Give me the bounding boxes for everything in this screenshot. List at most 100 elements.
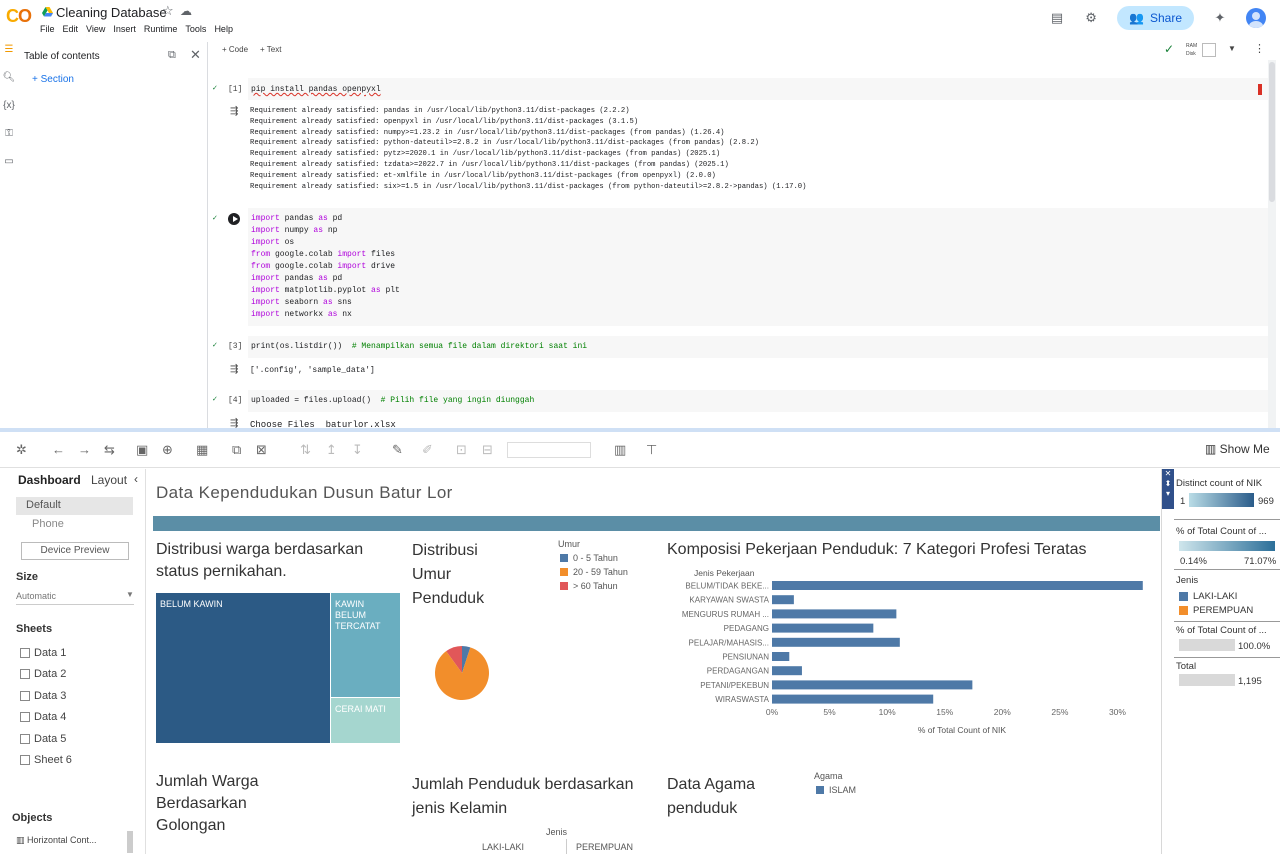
star-icon[interactable]: ☆ xyxy=(162,3,174,19)
legend-item-60-plus[interactable]: > 60 Tahun xyxy=(560,581,618,591)
code-cell-3[interactable]: ✓ [3] print(os.listdir()) # Menampilkan … xyxy=(208,336,1268,380)
new-datasource-icon[interactable]: ⊕ xyxy=(162,442,173,458)
bar[interactable] xyxy=(772,623,874,633)
device-default[interactable]: Default xyxy=(16,497,133,515)
sort-desc-icon[interactable]: ↧ xyxy=(352,442,363,458)
sheet-item-data-5[interactable]: Data 5 xyxy=(20,733,66,745)
window-icon[interactable]: ⧉ xyxy=(168,49,176,62)
sheet-item-data-2[interactable]: Data 2 xyxy=(20,668,66,680)
fit-dropdown[interactable] xyxy=(507,442,591,458)
ram-disk-label[interactable]: RAM Disk xyxy=(1186,42,1197,58)
marital-treemap[interactable]: BELUM KAWIN KAWIN BELUM TERCATAT CERAI M… xyxy=(156,593,400,743)
bar[interactable] xyxy=(772,652,790,661)
show-cards-icon[interactable]: ▥ xyxy=(614,442,626,458)
bar[interactable] xyxy=(772,666,802,676)
avatar[interactable] xyxy=(1246,8,1266,28)
treemap-cell-cerai-mati[interactable]: CERAI MATI xyxy=(331,698,400,743)
scrollbar-thumb[interactable] xyxy=(1269,62,1275,202)
code-editor[interactable]: pip install pandas openpyxl xyxy=(248,78,1268,100)
sheet-item-data-4[interactable]: Data 4 xyxy=(20,711,66,723)
menu-help[interactable]: Help xyxy=(214,24,233,34)
share-button[interactable]: 👥 Share xyxy=(1117,6,1194,30)
legend-item-islam[interactable]: ISLAM xyxy=(816,785,856,795)
pin-icon[interactable]: ⬍ xyxy=(1162,479,1174,489)
menu-insert[interactable]: Insert xyxy=(113,24,136,34)
code-editor[interactable]: import pandas as pd import numpy as np i… xyxy=(248,208,1268,326)
object-horizontal-container[interactable]: ▥ Horizontal Cont... xyxy=(16,835,97,846)
save-icon[interactable]: ▣ xyxy=(136,442,148,458)
key-icon[interactable]: ⚿ xyxy=(2,128,16,142)
menu-view[interactable]: View xyxy=(86,24,105,34)
chevron-down-icon[interactable]: ▾ xyxy=(1162,489,1174,499)
menu-tools[interactable]: Tools xyxy=(185,24,206,34)
age-pie-chart[interactable] xyxy=(434,645,490,701)
close-icon[interactable]: ✕ xyxy=(1162,469,1174,479)
search-icon[interactable]: 🔍︎ xyxy=(2,72,16,86)
output-icon[interactable]: ⇶ xyxy=(230,418,238,428)
swap-icon[interactable]: ⇅ xyxy=(300,442,311,458)
total-swatch[interactable] xyxy=(1179,674,1235,686)
output-icon[interactable]: ⇶ xyxy=(230,106,238,117)
folder-icon[interactable]: ▭ xyxy=(2,156,16,170)
new-sheet-icon[interactable]: ▦ xyxy=(196,442,208,458)
more-icon[interactable]: ⋮ xyxy=(1254,42,1265,55)
labels-icon[interactable]: ⊡ xyxy=(456,442,467,458)
replace-data-icon[interactable]: ⇆ xyxy=(104,442,115,458)
scrollbar-thumb[interactable] xyxy=(127,831,133,853)
menu-edit[interactable]: Edit xyxy=(63,24,79,34)
bar[interactable] xyxy=(772,680,973,690)
sort-asc-icon[interactable]: ↥ xyxy=(326,442,337,458)
clear-icon[interactable]: ⊠ xyxy=(256,442,267,458)
chevron-down-icon[interactable]: ▼ xyxy=(126,590,134,599)
presentation-icon[interactable]: ⊤ xyxy=(646,442,657,458)
bar[interactable] xyxy=(772,694,934,704)
treemap-cell-kawin-belum-tercatat[interactable]: KAWIN BELUM TERCATAT xyxy=(331,593,400,697)
legend-item-0-5[interactable]: 0 - 5 Tahun xyxy=(560,553,618,563)
resource-meter[interactable] xyxy=(1202,43,1216,57)
add-section-button[interactable]: + Section xyxy=(32,74,74,85)
device-preview-button[interactable]: Device Preview xyxy=(21,542,129,560)
legend-item-laki-laki[interactable]: LAKI-LAKI xyxy=(1179,591,1237,602)
add-text-button[interactable]: + Text xyxy=(260,45,281,54)
legend-item-20-59[interactable]: 20 - 59 Tahun xyxy=(560,567,628,577)
notebook-title[interactable]: Cleaning Database xyxy=(56,5,167,20)
toc-icon[interactable]: ☰ xyxy=(2,44,16,58)
sheet-item-data-1[interactable]: Data 1 xyxy=(20,647,66,659)
code-cell-4[interactable]: ✓ [4] uploaded = files.upload() # Pilih … xyxy=(208,390,1268,428)
bar[interactable] xyxy=(772,609,897,619)
tab-layout[interactable]: Layout xyxy=(91,473,127,487)
code-cell-2[interactable]: ✓ import pandas as pd import numpy as np… xyxy=(208,206,1268,328)
sheet-item-data-3[interactable]: Data 3 xyxy=(20,690,66,702)
tableau-logo-icon[interactable]: ✲ xyxy=(16,442,27,458)
run-cell-button[interactable] xyxy=(228,213,240,225)
tab-dashboard[interactable]: Dashboard xyxy=(18,473,81,487)
bar[interactable] xyxy=(772,637,900,647)
treemap-cell-belum-kawin[interactable]: BELUM KAWIN xyxy=(156,593,330,743)
redo-icon[interactable]: → xyxy=(78,442,91,457)
variables-icon[interactable]: {x} xyxy=(2,100,16,114)
chevron-down-icon[interactable]: ▼ xyxy=(1228,44,1236,53)
nik-color-ramp[interactable] xyxy=(1189,493,1254,507)
menu-file[interactable]: File xyxy=(40,24,55,34)
output-icon[interactable]: ⇶ xyxy=(230,364,238,375)
legend-item-perempuan[interactable]: PEREMPUAN xyxy=(1179,605,1253,616)
cloud-icon[interactable]: ☁ xyxy=(180,4,192,18)
bar[interactable] xyxy=(772,581,1143,590)
panel-controls[interactable]: ✕ ⬍ ▾ xyxy=(1162,469,1174,509)
show-me-button[interactable]: ▥ Show Me xyxy=(1205,442,1270,456)
code-cell-1[interactable]: ✓ [1] pip install pandas openpyxl ⇶ Requ… xyxy=(208,76,1268,196)
sheet-item-sheet-6[interactable]: Sheet 6 xyxy=(20,754,72,766)
sparkle-icon[interactable]: ✦ xyxy=(1212,10,1228,26)
device-phone[interactable]: Phone xyxy=(32,518,64,530)
menu-runtime[interactable]: Runtime xyxy=(144,24,178,34)
pct2-swatch[interactable] xyxy=(1179,639,1235,651)
add-code-button[interactable]: + Code xyxy=(222,45,248,54)
code-editor[interactable]: print(os.listdir()) # Menampilkan semua … xyxy=(248,336,1268,358)
duplicate-icon[interactable]: ⧉ xyxy=(232,442,241,458)
group-icon[interactable]: ✐ xyxy=(422,442,433,458)
chevron-left-icon[interactable]: ‹ xyxy=(134,472,138,486)
fix-axes-icon[interactable]: ⊟ xyxy=(482,442,493,458)
comment-icon[interactable]: ▤ xyxy=(1049,10,1065,26)
gear-icon[interactable]: ⚙ xyxy=(1083,10,1099,26)
highlight-icon[interactable]: ✎ xyxy=(392,442,403,458)
